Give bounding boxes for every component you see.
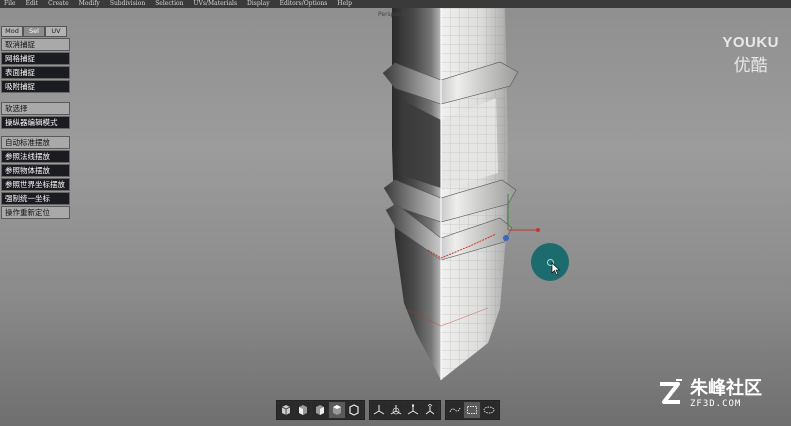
youku-logo-text: YOUKU [722, 34, 779, 51]
force-unify-coord-button[interactable]: 强制统一坐标 [1, 192, 70, 205]
3d-viewport[interactable] [0, 8, 791, 403]
zf3d-name-cn: 朱峰社区 [690, 378, 762, 399]
side-view-icon[interactable] [312, 402, 328, 418]
normal-placement-button[interactable]: 参照法线摆放 [1, 150, 70, 163]
menu-display[interactable]: Display [243, 0, 276, 8]
view-toolbar-group [276, 400, 365, 420]
menu-subdivision[interactable]: Subdivision [106, 0, 151, 8]
menu-create[interactable]: Create [44, 0, 75, 8]
move-gizmo-icon[interactable] [371, 402, 387, 418]
object-cube-icon[interactable] [346, 402, 362, 418]
mouse-cursor-icon [551, 262, 561, 276]
menu-selection[interactable]: Selection [151, 0, 189, 8]
top-view-icon[interactable] [329, 402, 345, 418]
soft-select-button[interactable]: 软选择 [1, 102, 70, 115]
world-coord-placement-button[interactable]: 参照世界坐标摆放 [1, 178, 70, 191]
menu-help[interactable]: Help [333, 0, 358, 8]
scale-gizmo-icon[interactable] [405, 402, 421, 418]
menu-file[interactable]: File [0, 0, 22, 8]
front-view-icon[interactable] [295, 402, 311, 418]
manipulator-edit-mode-button[interactable]: 操纵器编辑模式 [1, 116, 70, 129]
object-placement-button[interactable]: 参照物体摆放 [1, 164, 70, 177]
select-toolbar-group [445, 400, 500, 420]
lasso-select-icon[interactable] [447, 402, 463, 418]
bottom-toolbar [276, 400, 516, 420]
transform-toolbar-group [369, 400, 441, 420]
perspective-view-icon[interactable] [278, 402, 294, 418]
paint-select-icon[interactable] [481, 402, 497, 418]
reposition-operation-button[interactable]: 操作重新定位 [1, 206, 70, 219]
menu-edit[interactable]: Edit [22, 0, 45, 8]
rect-select-icon[interactable] [464, 402, 480, 418]
menu-bar: File Edit Create Modify Subdivision Sele… [0, 0, 791, 8]
panel-tabs: Mod Sel UV [1, 26, 70, 37]
model-render [382, 8, 540, 380]
grid-snap-button[interactable]: 网格捕捉 [1, 52, 70, 65]
auto-standard-placement-button[interactable]: 自动标准摆放 [1, 136, 70, 149]
youku-watermark: YOUKU 优酷 [722, 34, 779, 76]
youku-logo-cn: 优酷 [733, 56, 768, 76]
zf3d-watermark: 朱峰社区 ZF3D.COM [654, 378, 762, 410]
universal-gizmo-icon[interactable] [422, 402, 438, 418]
rotate-gizmo-icon[interactable] [388, 402, 404, 418]
menu-editors-options[interactable]: Editors/Options [276, 0, 334, 8]
viewport-label: Perspective [378, 11, 413, 18]
snap-off-button[interactable]: 取消捕捉 [1, 38, 70, 51]
menu-modify[interactable]: Modify [75, 0, 106, 8]
zf3d-logo-icon [660, 379, 682, 404]
surface-snap-button[interactable]: 表面捕捉 [1, 66, 70, 79]
side-panel: Mod Sel UV 取消捕捉 网格捕捉 表面捕捉 吸附捕捉 软选择 操纵器编辑… [1, 26, 70, 220]
zf3d-domain: ZF3D.COM [690, 399, 742, 409]
magnet-snap-button[interactable]: 吸附捕捉 [1, 80, 70, 93]
tab-uv[interactable]: UV [45, 26, 67, 37]
menu-uvs-materials[interactable]: UVs/Materials [190, 0, 244, 8]
tab-mod[interactable]: Mod [1, 26, 23, 37]
tab-sel[interactable]: Sel [23, 26, 45, 37]
